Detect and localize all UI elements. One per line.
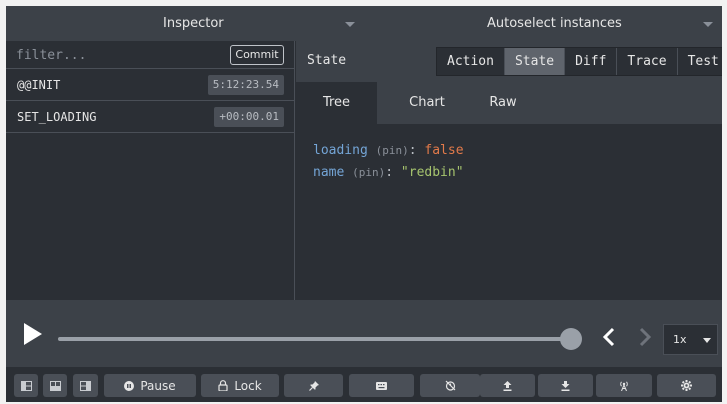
- tree-value: "redbin": [400, 165, 464, 180]
- panel-title: State: [307, 53, 347, 68]
- settings-icon: [681, 380, 692, 391]
- instance-select-label: Autoselect instances: [487, 16, 622, 31]
- pin-button[interactable]: [284, 374, 343, 397]
- persist-icon: [445, 380, 456, 391]
- action-timestamp: 5:12:23.54: [207, 75, 284, 95]
- settings-button[interactable]: [657, 374, 716, 397]
- layout-right-icon: [80, 380, 91, 391]
- chevron-down-icon: [703, 22, 713, 27]
- monitor-select[interactable]: Inspector: [6, 6, 366, 41]
- action-timestamp: +00:00.01: [214, 107, 284, 127]
- commit-button[interactable]: Commit: [230, 45, 284, 65]
- layout-bottom-button[interactable]: [43, 374, 67, 397]
- tab-raw[interactable]: Raw: [477, 82, 529, 124]
- pin-link[interactable]: (pin): [376, 144, 409, 157]
- previous-icon[interactable]: [602, 327, 616, 347]
- remote-button[interactable]: [596, 374, 652, 397]
- tab-state[interactable]: State: [504, 48, 566, 75]
- state-panel-header: State Action State Diff Trace Test: [296, 41, 722, 82]
- tab-action[interactable]: Action: [437, 48, 505, 75]
- persist-button[interactable]: [420, 374, 480, 397]
- action-list-panel: Commit @@INIT 5:12:23.54 SET_LOADING +00…: [6, 41, 295, 300]
- lock-label: Lock: [234, 378, 262, 393]
- next-icon[interactable]: [638, 327, 652, 347]
- keyboard-button[interactable]: [349, 374, 414, 397]
- export-button[interactable]: [538, 374, 593, 397]
- action-item-init[interactable]: @@INIT 5:12:23.54: [6, 70, 295, 101]
- speed-select[interactable]: 1x: [663, 324, 718, 355]
- layout-right-button[interactable]: [73, 374, 98, 397]
- time-travel-slider: 1x: [6, 300, 722, 367]
- filter-input[interactable]: [16, 45, 216, 65]
- devtools-window: Inspector Autoselect instances Commit @@…: [6, 6, 722, 402]
- instance-select[interactable]: Autoselect instances: [366, 6, 722, 41]
- layout-left-icon: [20, 380, 32, 391]
- layout-bottom-icon: [49, 380, 61, 391]
- tab-test[interactable]: Test: [677, 48, 722, 75]
- tree-row-name[interactable]: name (pin): "redbin": [313, 162, 464, 184]
- bottom-toolbar: Pause Lock: [6, 367, 722, 402]
- tree-row-loading[interactable]: loading (pin): false: [313, 140, 464, 162]
- state-tree: loading (pin): false name (pin): "redbin…: [313, 140, 464, 184]
- action-name: @@INIT: [17, 78, 61, 92]
- filter-row: Commit: [6, 41, 295, 69]
- chevron-down-icon: [703, 338, 711, 343]
- tree-colon: :: [408, 143, 417, 158]
- pin-icon: [308, 380, 319, 391]
- state-panel: State Action State Diff Trace Test Tree …: [296, 41, 722, 300]
- import-button[interactable]: [480, 374, 535, 397]
- monitor-select-label: Inspector: [163, 16, 224, 31]
- tree-colon: :: [385, 165, 394, 180]
- download-icon: [561, 380, 570, 391]
- tab-diff[interactable]: Diff: [565, 48, 618, 75]
- lock-icon: [218, 380, 228, 391]
- slider-handle[interactable]: [560, 328, 582, 350]
- action-name: SET_LOADING: [17, 110, 97, 124]
- layout-left-button[interactable]: [14, 374, 38, 397]
- tab-chart[interactable]: Chart: [377, 82, 477, 124]
- tab-tree[interactable]: Tree: [296, 82, 377, 124]
- pause-icon: [124, 380, 135, 391]
- tree-key: name: [313, 165, 345, 180]
- tab-trace[interactable]: Trace: [617, 48, 678, 75]
- pause-button[interactable]: Pause: [104, 374, 196, 397]
- lock-button[interactable]: Lock: [201, 374, 279, 397]
- slider-track[interactable]: [58, 337, 573, 341]
- speed-value: 1x: [673, 333, 687, 346]
- pause-label: Pause: [140, 378, 176, 393]
- pin-link[interactable]: (pin): [352, 166, 385, 179]
- chevron-down-icon: [345, 22, 355, 27]
- top-bar: Inspector Autoselect instances: [6, 6, 722, 41]
- remote-icon: [618, 380, 630, 391]
- tree-value: false: [424, 143, 464, 158]
- tree-key: loading: [313, 143, 368, 158]
- inspector-tabs: Action State Diff Trace Test: [436, 47, 722, 76]
- play-icon[interactable]: [24, 323, 42, 345]
- view-tabs: Tree Chart Raw: [296, 82, 722, 124]
- keyboard-icon: [376, 381, 387, 390]
- upload-icon: [503, 380, 512, 391]
- action-item-set-loading[interactable]: SET_LOADING +00:00.01: [6, 102, 295, 133]
